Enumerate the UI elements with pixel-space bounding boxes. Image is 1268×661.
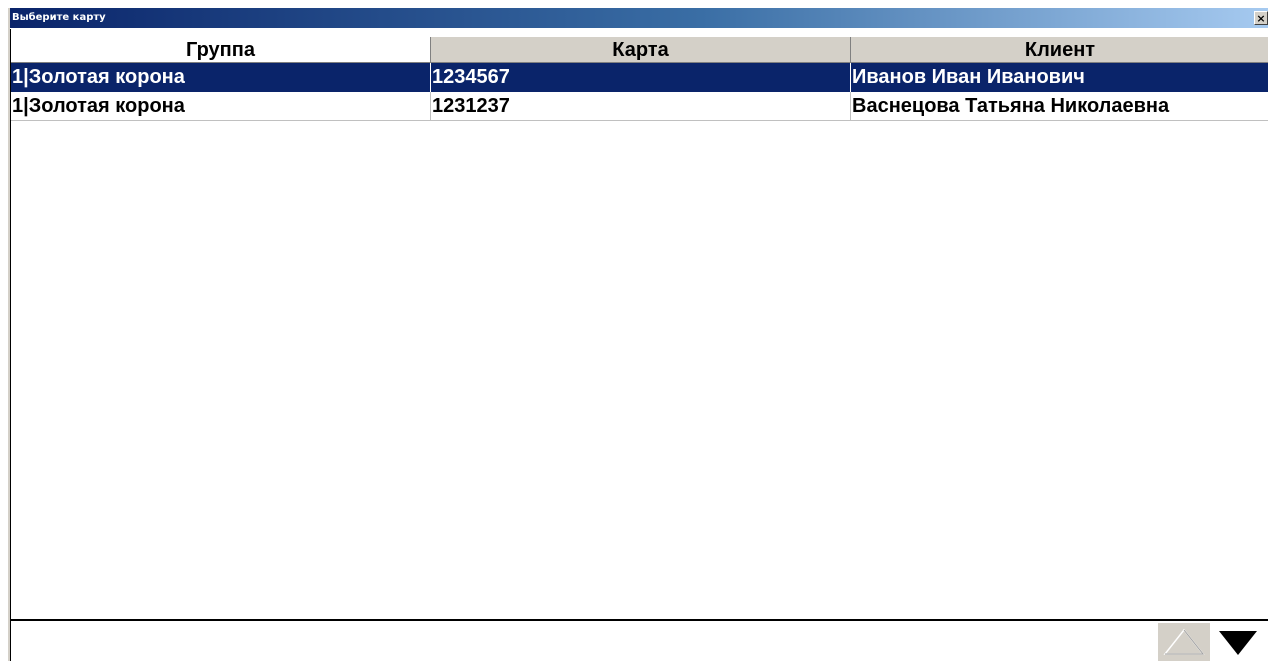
table-header: Группа Карта Клиент [11,37,1268,63]
column-header-group[interactable]: Группа [11,37,431,63]
triangle-down-filled-icon [1219,631,1257,655]
scroll-down-button[interactable] [1212,623,1264,661]
cell-client: Иванов Иван Иванович [851,63,1268,92]
cell-group: 1|Золотая корона [11,63,431,92]
cell-group: 1|Золотая корона [11,92,431,121]
scroll-up-button[interactable] [1158,623,1210,661]
cell-card: 1234567 [431,63,851,92]
cards-table: Группа Карта Клиент 1|Золотая корона 123… [10,29,1268,619]
triangle-up-outline-icon [1163,628,1205,655]
close-icon: × [1256,12,1266,25]
dialog-title: Выберите карту [12,12,106,23]
card-select-dialog: Выберите карту × Группа Карта Клиент 1|З… [8,8,1268,661]
column-header-card[interactable]: Карта [431,37,851,63]
cell-client: Васнецова Татьяна Николаевна [851,92,1268,121]
dialog-titlebar[interactable]: Выберите карту × [10,8,1268,28]
close-button[interactable]: × [1254,11,1268,25]
table-row[interactable]: 1|Золотая корона 1234567 Иванов Иван Ива… [11,63,1268,92]
table-row[interactable]: 1|Золотая корона 1231237 Васнецова Татья… [11,92,1268,121]
bottom-panel [10,621,1268,661]
cell-card: 1231237 [431,92,851,121]
column-header-client[interactable]: Клиент [851,37,1268,63]
search-input[interactable] [10,621,1157,661]
